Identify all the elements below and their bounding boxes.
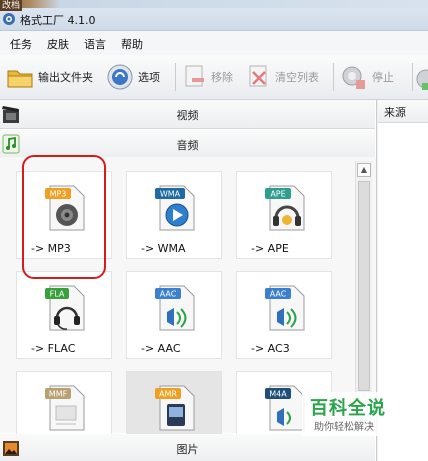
source-column-header[interactable]: 来源	[378, 100, 428, 123]
app-icon	[3, 13, 15, 25]
tile-flac[interactable]: FLA -> FLAC	[16, 271, 112, 359]
tile-ape-label: -> APE	[251, 242, 289, 255]
clear-list-label: 清空列表	[275, 71, 319, 84]
clear-list-button[interactable]: 清空列表	[247, 63, 319, 91]
amr-badge-text: AMR	[159, 390, 177, 399]
aac-badge-text: AAC	[160, 290, 177, 299]
category-video-label: 视频	[176, 109, 199, 122]
watermark-tagline: 助你轻松解决	[314, 422, 374, 433]
menu-help[interactable]: 帮助	[121, 36, 143, 52]
aac-file-icon: AAC	[155, 285, 195, 331]
category-audio-label: 音频	[176, 139, 199, 152]
flac-file-icon: FLA	[45, 285, 85, 331]
toolbar-separator	[333, 63, 334, 91]
watermark-brand: 百科全说	[310, 398, 386, 419]
menu-task[interactable]: 任务	[10, 36, 32, 52]
stop-button[interactable]: 停止	[340, 63, 394, 91]
m4a-badge-text: M4A	[269, 390, 287, 399]
folder-icon	[7, 70, 33, 88]
tile-wma[interactable]: WMA -> WMA	[126, 171, 222, 259]
scroll-thumb[interactable]	[358, 181, 370, 391]
ac3-file-icon: AAC	[265, 285, 305, 331]
ape-file-icon: APE	[265, 185, 305, 231]
toolbar: 输出文件夹 选项 移除 清空列表 停止	[0, 55, 428, 100]
mmf-file-icon: MMF	[45, 385, 85, 431]
top-strip: 改档	[0, 0, 428, 11]
remove-label: 移除	[211, 71, 233, 84]
mmf-badge-text: MMF	[49, 390, 68, 399]
clear-list-icon	[249, 65, 267, 87]
wma-file-icon: WMA	[155, 185, 195, 231]
source-column-label: 来源	[384, 106, 406, 119]
tile-flac-label: -> FLAC	[31, 342, 76, 355]
tile-ac3[interactable]: AAC -> AC3	[236, 271, 332, 359]
toolbar-separator	[175, 63, 176, 91]
category-video[interactable]: 视频	[0, 100, 375, 129]
category-picture[interactable]: 图片	[0, 434, 375, 461]
tile-aac[interactable]: AAC -> AAC	[126, 271, 222, 359]
ape-badge-text: APE	[270, 190, 285, 199]
options-label: 选项	[138, 71, 160, 84]
title-bar: 改档 格式工厂 4.1.0	[0, 0, 428, 31]
stop-label: 停止	[372, 71, 394, 84]
tile-ape[interactable]: APE -> APE	[236, 171, 332, 259]
toolbar-separator	[412, 63, 413, 91]
wma-badge-text: WMA	[160, 190, 181, 199]
options-button[interactable]: 选项	[106, 63, 160, 91]
menu-language[interactable]: 语言	[84, 36, 106, 52]
highlight-annotation	[22, 155, 106, 279]
remove-button[interactable]: 移除	[183, 63, 233, 91]
options-icon	[107, 64, 133, 90]
output-folder-label: 输出文件夹	[38, 71, 93, 84]
tile-ac3-label: -> AC3	[251, 342, 290, 355]
output-folder-button[interactable]: 输出文件夹	[6, 63, 93, 91]
tile-wma-label: -> WMA	[141, 242, 186, 255]
flac-badge-text: FLA	[50, 290, 65, 299]
stop-icon	[342, 66, 365, 89]
watermark: 百科全说 助你轻松解决	[302, 392, 406, 436]
start-icon[interactable]	[416, 67, 428, 91]
corner-tag: 改档	[0, 0, 23, 11]
menu-skin[interactable]: 皮肤	[47, 36, 69, 52]
menu-bar: 任务 皮肤 语言 帮助	[0, 31, 428, 55]
remove-icon	[185, 65, 204, 87]
category-picture-label: 图片	[176, 443, 199, 456]
scroll-up-arrow[interactable]: ▲	[357, 163, 371, 177]
ac3-badge-text: AAC	[270, 290, 287, 299]
amr-file-icon: AMR	[155, 385, 195, 431]
window-title: 格式工厂 4.1.0	[20, 14, 96, 27]
tile-aac-label: -> AAC	[141, 342, 181, 355]
